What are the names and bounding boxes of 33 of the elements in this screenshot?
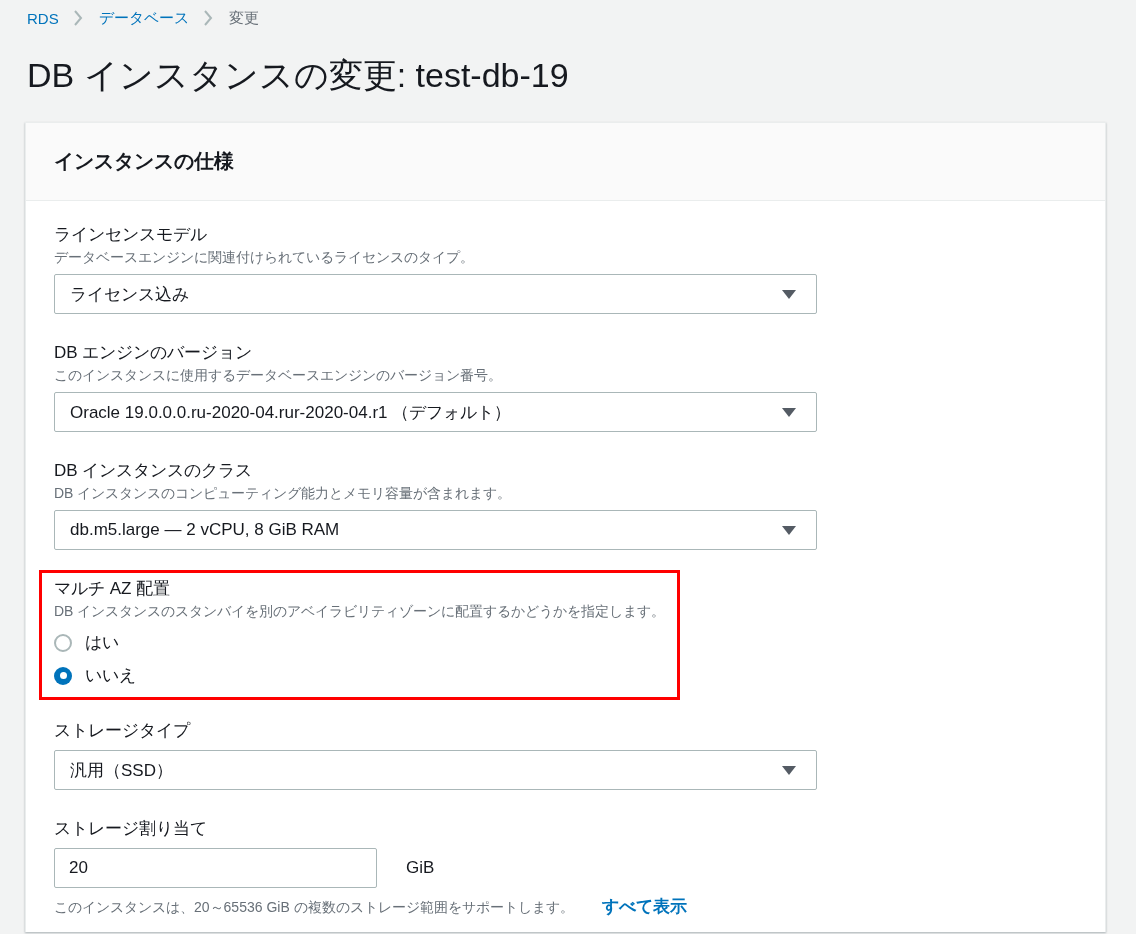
field-label: ラインセンスモデル [54,224,208,246]
input-field[interactable]: 20 [54,848,377,888]
radio-label[interactable]: いいえ [85,664,136,687]
help-text: このインスタンスは、20～65536 GiB の複数のストレージ範囲をサポートします。 [54,898,574,916]
breadcrumb-link[interactable]: RDS [27,9,59,27]
show-all-link[interactable]: すべて表示 [601,898,687,916]
unit-label: GiB [406,858,435,878]
field-label: DB エンジンのバージョン [54,342,254,364]
dropdown[interactable]: 汎用（SSD） [54,750,817,790]
radio-label[interactable]: はい [85,631,119,654]
field-description: データベースエンジンに関連付けられているライセンスのタイプ。 [54,248,475,266]
radio-button[interactable] [54,633,72,652]
page-title: DB インスタンスの変更: test-db-19 [27,55,570,96]
field-label: ストレージ割り当て [54,818,208,840]
field-description: このインスタンスに使用するデータベースエンジンのバージョン番号。 [54,366,503,384]
chevron-icon [72,10,83,26]
field-description: DB インスタンスのスタンバイを別のアベイラビリティゾーンに配置するかどうかを指定します。 [54,602,666,620]
dropdown[interactable]: Oracle 19.0.0.0.ru-2020-04.rur-2020-04.r1 （デフォルト） [54,392,817,432]
dropdown[interactable]: db.m5.large — 2 vCPU, 8 GiB RAM [54,510,817,550]
breadcrumb-current: 変更 [228,8,259,28]
chevron-icon [202,10,213,26]
field-label: DB インスタンスのクラス [54,460,254,482]
panel-title: インスタンスの仕様 [54,149,234,174]
caret-icon [782,765,796,775]
radio-button[interactable] [54,666,72,685]
caret-icon [782,407,796,417]
caret-icon [782,289,796,299]
breadcrumb-link[interactable]: データベース [98,8,189,28]
field-label: マルチ AZ 配置 [54,578,172,600]
field-label: ストレージタイプ [54,720,192,742]
caret-icon [782,525,796,535]
field-description: DB インスタンスのコンピューティング能力とメモリ容量が含まれます。 [54,484,513,502]
dropdown[interactable]: ライセンス込み [54,274,817,314]
